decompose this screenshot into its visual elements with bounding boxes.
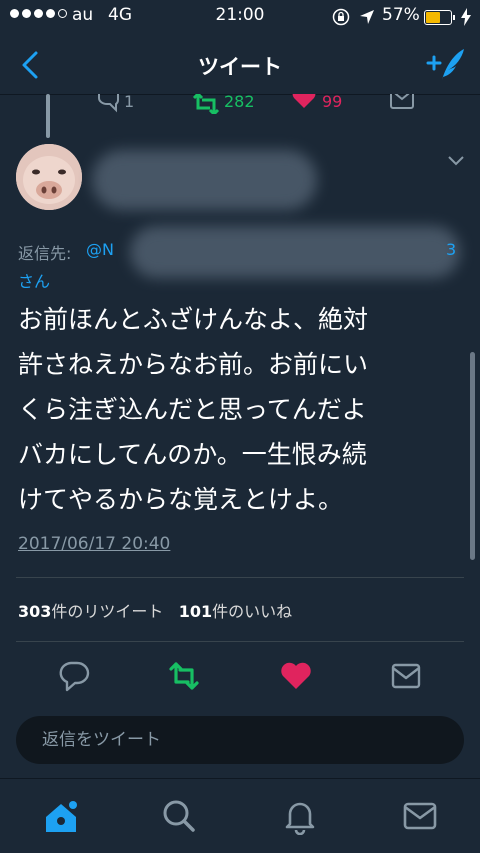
tweet-text-line: お前ほんとふざけんなよ、絶対 — [18, 305, 369, 334]
tweet-text: お前ほんとふざけんなよ、絶対 許さねえからなお前。お前にい くら注ぎ込んだと思っ… — [18, 297, 458, 522]
page-title: ツイート — [198, 55, 282, 79]
like-icon[interactable] — [292, 94, 316, 114]
reply-input[interactable] — [16, 716, 464, 764]
tweet-text-line: くら注ぎ込んだと思ってんだよ — [18, 395, 367, 424]
messages-tab[interactable] — [401, 797, 439, 835]
likes-stat[interactable]: 101件のいいね — [179, 602, 292, 621]
retweets-stat[interactable]: 303件のリツイート — [18, 602, 163, 621]
redacted-reply-handle — [130, 226, 460, 278]
orientation-lock-icon — [332, 8, 350, 26]
location-arrow-icon — [360, 10, 374, 24]
retweet-icon[interactable] — [192, 94, 220, 114]
like-label: 件のいいね — [212, 602, 293, 621]
reply-to-handle-suffix[interactable]: 3 — [446, 240, 456, 259]
retweet-label: 件のリツイート — [51, 602, 164, 621]
reply-to-label: 返信先: — [18, 244, 72, 263]
divider — [16, 577, 464, 578]
notifications-tab[interactable] — [281, 797, 319, 835]
previous-tweet-actions: 1 282 99 — [0, 92, 480, 122]
message-icon[interactable] — [390, 94, 414, 112]
redacted-username — [92, 150, 317, 210]
navigation-bar: ツイート — [0, 34, 480, 95]
chevron-down-icon[interactable] — [446, 154, 466, 168]
charging-bolt-icon — [461, 8, 471, 26]
tweet-text-line: けてやるからな覚えとけよ。 — [18, 485, 344, 514]
battery-icon — [424, 10, 455, 25]
tab-bar — [0, 778, 480, 853]
reply-to-honorific[interactable]: さん — [18, 268, 50, 292]
previous-reply-count: 1 — [124, 92, 135, 111]
avatar[interactable] — [16, 144, 82, 210]
previous-retweet-count: 282 — [224, 92, 255, 111]
retweet-count: 303 — [18, 602, 52, 621]
tweet-timestamp[interactable]: 2017/06/17 20:40 — [18, 534, 170, 554]
reply-button[interactable] — [58, 660, 90, 692]
status-bar: au 4G 21:00 57% — [0, 0, 480, 34]
scrollbar[interactable] — [470, 352, 475, 560]
reply-input-container — [16, 716, 464, 764]
reply-icon[interactable] — [96, 94, 120, 114]
divider — [16, 641, 464, 642]
reply-to-handle[interactable]: @N — [86, 240, 114, 259]
tweet-text-line: バカにしてんのか。一生恨み続 — [18, 440, 367, 469]
like-count: 101 — [178, 602, 213, 621]
like-button[interactable] — [280, 660, 312, 692]
search-tab[interactable] — [160, 797, 198, 835]
tweet-text-line: 許さねえからなお前。お前にい — [18, 350, 369, 379]
share-message-button[interactable] — [390, 660, 422, 692]
compose-tweet-button[interactable] — [424, 46, 466, 82]
battery-percentage: 57% — [382, 5, 420, 25]
tweet-stats: 303件のリツイート 101件のいいね — [18, 598, 292, 622]
previous-like-count: 99 — [322, 92, 343, 111]
pig-face-image — [16, 144, 82, 210]
home-tab[interactable] — [42, 797, 80, 835]
retweet-button[interactable] — [168, 660, 200, 692]
